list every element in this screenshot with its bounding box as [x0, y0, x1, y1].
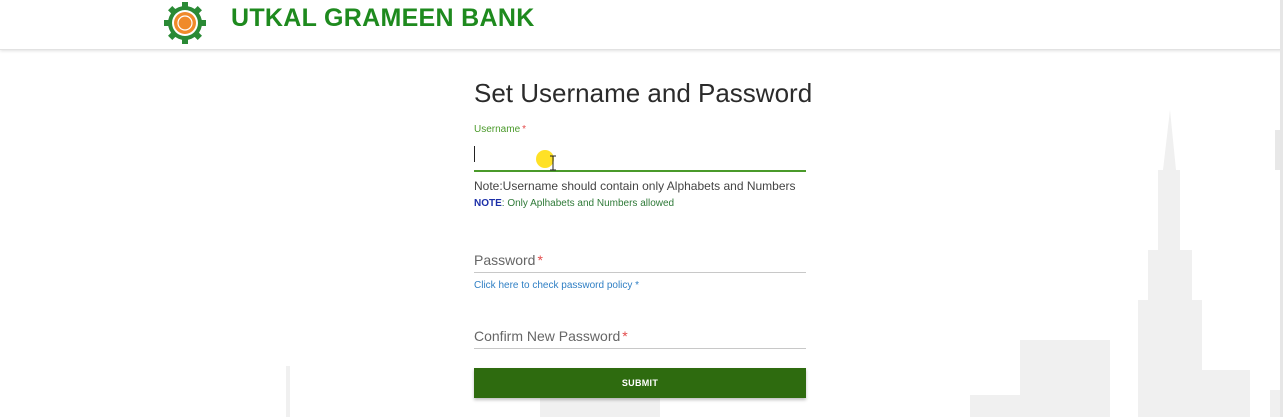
confirm-password-underline	[474, 348, 806, 349]
username-required-mark: *	[522, 124, 527, 135]
username-underline	[474, 170, 806, 172]
username-note: Note:Username should contain only Alphab…	[474, 179, 796, 193]
text-cursor-icon	[550, 155, 556, 171]
password-policy-link[interactable]: Click here to check password policy *	[474, 280, 639, 291]
username-label-text: Username	[474, 124, 521, 135]
note-text: : Only Aplhabets and Numbers allowed	[501, 198, 675, 209]
password-input[interactable]	[474, 248, 806, 272]
username-allowed-note: NOTE: Only Aplhabets and Numbers allowed	[474, 198, 674, 209]
username-label: Username *	[474, 124, 526, 135]
username-input[interactable]	[474, 142, 806, 166]
text-caret	[474, 146, 475, 162]
confirm-password-input[interactable]	[474, 324, 806, 348]
bank-gear-logo-icon	[164, 2, 206, 44]
set-credentials-form: Set Username and Password Username * Note…	[474, 0, 812, 417]
note-prefix: NOTE	[474, 198, 502, 209]
submit-button[interactable]: SUBMIT	[474, 368, 806, 398]
password-underline	[474, 272, 806, 273]
page-title: Set Username and Password	[474, 78, 813, 108]
